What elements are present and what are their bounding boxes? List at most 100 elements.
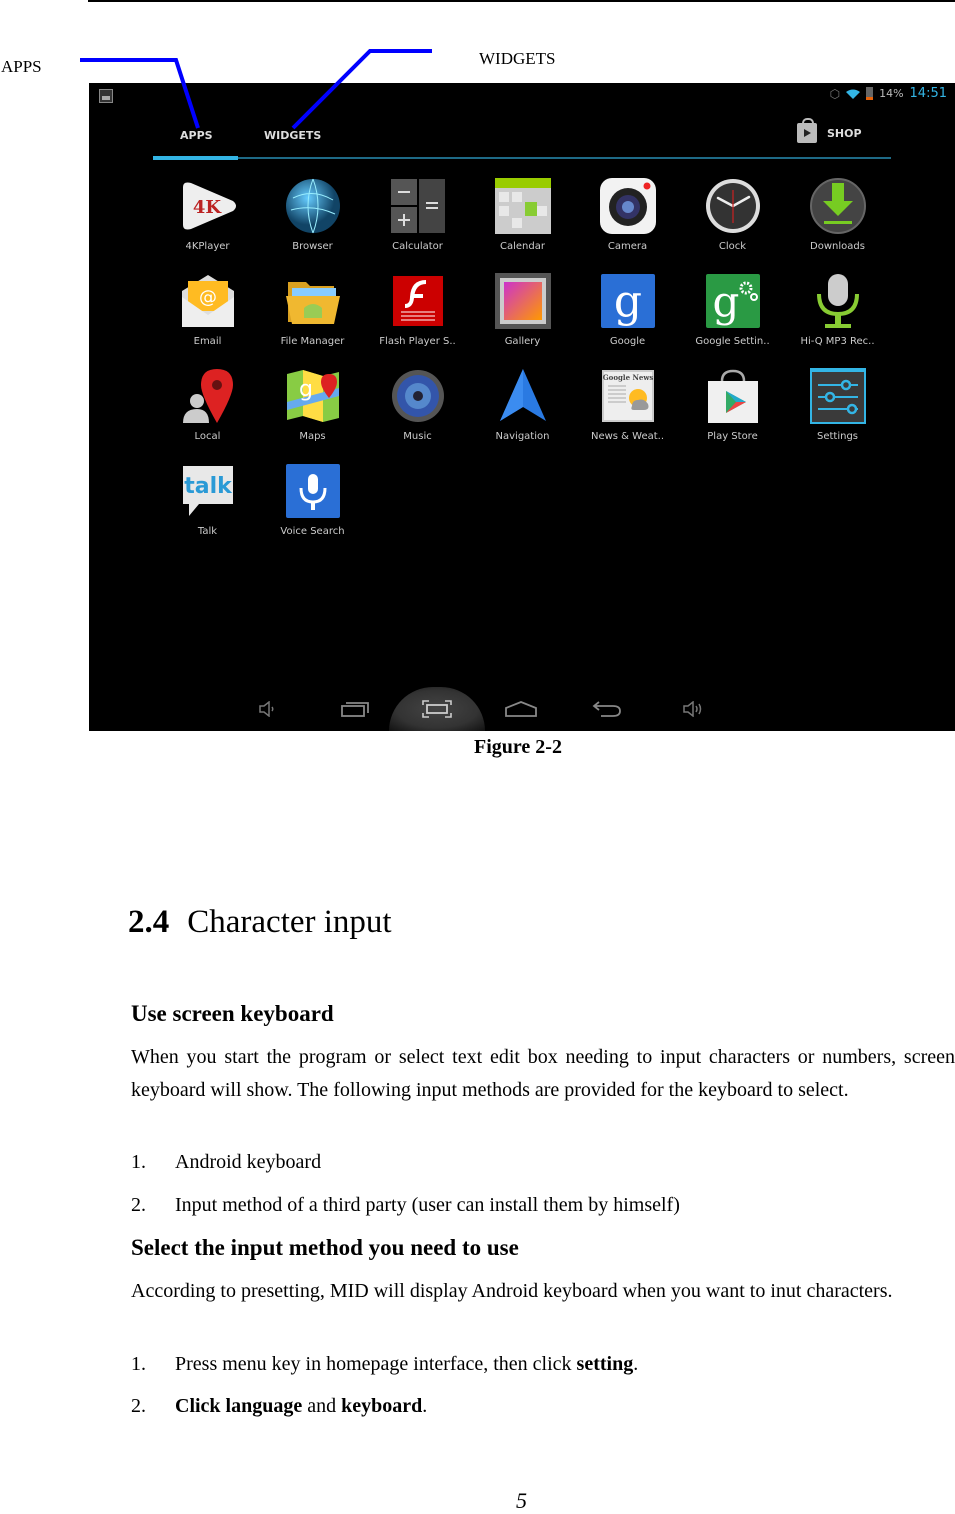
app-label: Navigation — [495, 431, 550, 442]
app-talk[interactable]: talk Talk — [155, 462, 260, 557]
back-icon — [592, 701, 621, 717]
volume-up-icon — [683, 701, 702, 717]
app-flash-player-s[interactable]: Flash Player S.. — [365, 272, 470, 367]
volume-down-icon — [259, 701, 274, 717]
app-4kplayer[interactable]: 4K 4KPlayer — [155, 177, 260, 272]
app-local[interactable]: Local — [155, 367, 260, 462]
list-text: Press menu key in homepage interface, th… — [175, 1353, 577, 1375]
figure-caption: Figure 2-2 — [474, 736, 562, 758]
speaker-icon — [389, 367, 447, 425]
app-label: Camera — [607, 241, 648, 252]
app-label: File Manager — [280, 336, 345, 347]
app-google[interactable]: g Google — [575, 272, 680, 367]
app-label: Calculator — [392, 241, 443, 252]
app-browser[interactable]: Browser — [260, 177, 365, 272]
recent-apps-icon — [341, 702, 369, 717]
back-button[interactable] — [589, 693, 625, 725]
app-label: Settings — [816, 431, 858, 442]
app-calendar[interactable]: Calendar — [470, 177, 575, 272]
active-tab-indicator — [153, 156, 238, 160]
app-navigation[interactable]: Navigation — [470, 367, 575, 462]
svg-text:g: g — [712, 277, 739, 326]
subsection-heading-select-method: Select the input method you need to use — [131, 1235, 519, 1260]
home-icon — [505, 701, 537, 717]
map-pin-icon — [179, 367, 237, 425]
list-number: 2. — [131, 1194, 146, 1216]
list-text-bold: setting — [576, 1353, 634, 1375]
tab-divider — [153, 157, 891, 159]
list-item: 2. Click language and keyboard. — [131, 1395, 427, 1418]
gallery-notification-icon — [99, 89, 113, 103]
app-label: News & Weat.. — [590, 431, 665, 442]
app-file-manager[interactable]: File Manager — [260, 272, 365, 367]
list-text-tail: . — [422, 1395, 428, 1417]
screenshot-button[interactable] — [419, 693, 455, 725]
app-label: Clock — [718, 241, 747, 252]
svg-text:4K: 4K — [192, 197, 222, 218]
app-label: Flash Player S.. — [379, 336, 456, 347]
app-settings[interactable]: Settings — [785, 367, 890, 462]
section-heading: 2.4 Character input — [128, 904, 392, 941]
calculator-icon — [389, 177, 447, 235]
list-number: 1. — [131, 1353, 146, 1375]
app-label: Play Store — [707, 431, 758, 442]
shop-button[interactable]: SHOP — [797, 118, 862, 143]
app-clock[interactable]: Clock — [680, 177, 785, 272]
app-camera[interactable]: Camera — [575, 177, 680, 272]
news-icon: Google News — [599, 367, 657, 425]
volume-up-button[interactable] — [679, 693, 707, 725]
paragraph-select-method: According to presetting, MID will displa… — [131, 1280, 893, 1302]
svg-text:g: g — [613, 276, 641, 327]
android-screenshot: ⬡ 14% 14:51 APPS WIDGETS SHOP 4K 4KPlayer… — [89, 83, 955, 731]
app-label: Talk — [197, 526, 218, 537]
svg-text:@: @ — [199, 287, 217, 308]
play-store-icon — [704, 367, 762, 425]
app-google-settin[interactable]: g Google Settin.. — [680, 272, 785, 367]
list-item: 1. Android keyboard — [131, 1151, 321, 1174]
app-grid: 4K 4KPlayer Browser Calculator Calendar Camer… — [155, 177, 890, 557]
header-rule — [88, 0, 955, 2]
section-title: Character input — [187, 904, 392, 940]
google-icon: g — [599, 272, 657, 330]
gallery-icon — [494, 272, 552, 330]
app-music[interactable]: Music — [365, 367, 470, 462]
section-number: 2.4 — [128, 904, 170, 940]
list-item: 2. Input method of a third party (user ca… — [131, 1194, 680, 1217]
app-voice-search[interactable]: Voice Search — [260, 462, 365, 557]
subsection-heading-screen-keyboard: Use screen keyboard — [131, 1001, 334, 1026]
callout-apps-label: APPS — [1, 57, 42, 76]
app-calculator[interactable]: Calculator — [365, 177, 470, 272]
list-text-bold: Click language — [175, 1395, 303, 1417]
app-gallery[interactable]: Gallery — [470, 272, 575, 367]
app-label: Gallery — [504, 336, 541, 347]
app-maps[interactable]: g Maps — [260, 367, 365, 462]
status-time: 14:51 — [909, 86, 947, 101]
navigation-arrow-icon — [494, 367, 552, 425]
app-play-store[interactable]: Play Store — [680, 367, 785, 462]
tab-widgets[interactable]: WIDGETS — [264, 129, 321, 142]
recent-apps-button[interactable] — [337, 693, 373, 725]
tab-apps[interactable]: APPS — [180, 129, 213, 142]
app-label: Downloads — [810, 241, 865, 252]
app-downloads[interactable]: Downloads — [785, 177, 890, 272]
screenshot-icon — [422, 700, 452, 718]
list-text: Input method of a third party (user can … — [175, 1194, 680, 1216]
app-label: Google Settin.. — [695, 336, 770, 347]
app-news-weat[interactable]: Google News News & Weat.. — [575, 367, 680, 462]
app-label: Music — [403, 431, 432, 442]
app-label: Browser — [292, 241, 333, 252]
callout-widgets-label: WIDGETS — [479, 49, 556, 68]
app-email[interactable]: @ Email — [155, 272, 260, 367]
app-label: Voice Search — [280, 526, 345, 537]
app-label: Maps — [299, 431, 326, 442]
settings-sliders-icon — [809, 367, 867, 425]
google-settings-icon: g — [704, 272, 762, 330]
app-hi-q-mp3-rec[interactable]: Hi-Q MP3 Rec.. — [785, 272, 890, 367]
home-button[interactable] — [503, 693, 539, 725]
bluetooth-icon: ⬡ — [829, 86, 841, 101]
calendar-icon — [494, 177, 552, 235]
navigation-bar — [89, 687, 955, 731]
volume-down-button[interactable] — [254, 693, 282, 725]
voice-search-icon — [284, 462, 342, 520]
page-number: 5 — [516, 1488, 527, 1513]
